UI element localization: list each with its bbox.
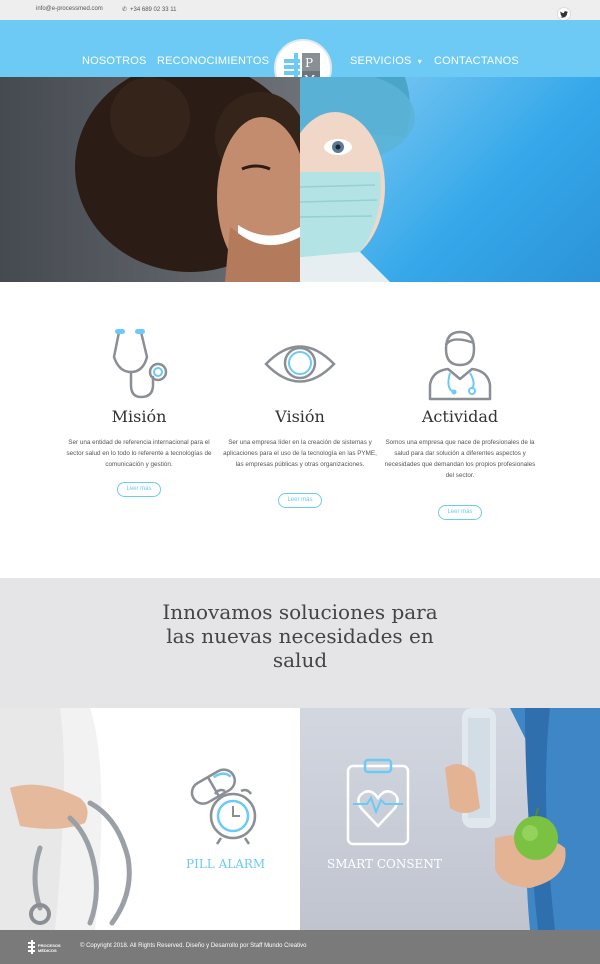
card-title: Visión: [275, 407, 325, 426]
read-more-button[interactable]: Leer más: [117, 482, 161, 497]
card-title: Actividad: [421, 407, 499, 426]
card-description: Somos una empresa que nace de profesiona…: [384, 439, 536, 479]
copyright-text: © Copyright 2018. All Rights Reserved. D…: [80, 943, 307, 949]
card-title: Misión: [111, 407, 167, 426]
card-description: Ser una empresa líder en la creación de …: [223, 439, 377, 468]
card-description: Ser una entidad de referencia internacio…: [66, 439, 212, 468]
product-label: PILL ALARM: [186, 857, 266, 871]
product-smart-consent[interactable]: SMART CONSENT: [300, 708, 600, 930]
tagline-band: Innovamos soluciones para las nuevas nec…: [0, 578, 600, 708]
surgeon-illustration: [265, 77, 415, 282]
clipboard-heart-icon: [346, 758, 410, 846]
nav-item-contactanos[interactable]: CONTACTANOS: [434, 55, 519, 67]
nav-item-servicios-label: SERVICIOS: [350, 55, 412, 67]
smiling-woman-illustration: [75, 77, 307, 282]
hero-image-left: [0, 77, 307, 282]
phone-number: +34 689 02 33 11: [130, 7, 177, 13]
product-label: SMART CONSENT: [327, 857, 442, 871]
site-footer: PROCESOS MÉDICOS © Copyright 2018. All R…: [0, 930, 600, 964]
read-more-button[interactable]: Leer más: [438, 505, 482, 520]
stethoscope-icon: [59, 327, 219, 402]
chevron-down-icon: ▾: [417, 57, 422, 66]
phone-icon: ✆: [122, 7, 128, 13]
hero-image-right: [265, 77, 600, 282]
eye-icon: [220, 327, 380, 402]
hero-banner: [0, 77, 600, 282]
tagline-heading: Innovamos soluciones para las nuevas nec…: [162, 600, 438, 672]
footer-logo-text: PROCESOS MÉDICOS: [38, 943, 61, 953]
features-section: Misión Ser una entidad de referencia int…: [0, 282, 600, 578]
twitter-icon[interactable]: [557, 7, 571, 21]
top-bar: info@e-processmed.com ✆ +34 689 02 33 11: [0, 0, 600, 21]
svg-text:P: P: [305, 56, 313, 70]
nav-item-reconocimientos[interactable]: RECONOCIMIENTOS: [157, 55, 269, 67]
nav-item-nosotros[interactable]: NOSOTROS: [82, 55, 147, 67]
product-pill-alarm[interactable]: PILL ALARM: [0, 708, 300, 930]
read-more-button[interactable]: Leer más: [278, 493, 322, 508]
main-navigation: NOSOTROS RECONOCIMIENTOS P M SERVICIOS ▾…: [0, 20, 600, 97]
contact-phone[interactable]: ✆ +34 689 02 33 11: [122, 6, 176, 13]
doctor-icon: [380, 327, 540, 402]
nav-item-servicios[interactable]: SERVICIOS ▾: [350, 55, 422, 67]
contact-email-link[interactable]: info@e-processmed.com: [36, 6, 103, 12]
pill-alarm-icon: [190, 768, 257, 845]
products-section: PILL ALARM SMART CONSENT: [0, 708, 600, 930]
footer-logo[interactable]: PROCESOS MÉDICOS: [28, 939, 72, 955]
